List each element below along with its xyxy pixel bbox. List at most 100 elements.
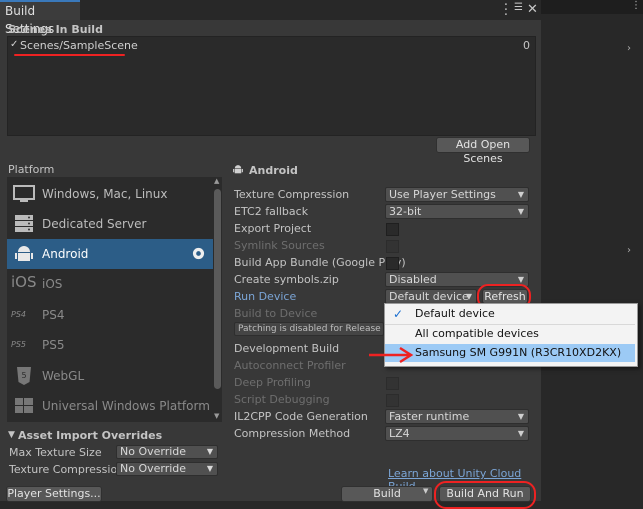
dropdown-arrow-icon: ▼ [517,429,524,438]
chevron-right-icon[interactable]: › [627,43,631,54]
dropdown-value: Disabled [389,273,437,286]
dropdown-value: LZ4 [389,427,410,440]
window-options-icon[interactable]: ☰ [514,2,523,13]
unity-active-platform-icon [192,247,205,260]
dropdown-arrow-icon: ▼ [517,190,524,199]
html5-icon: 5 [17,367,31,385]
close-icon[interactable]: ✕ [527,2,538,17]
platform-item-windows[interactable]: Windows, Mac, Linux [7,179,213,209]
texture-compression-dropdown[interactable]: Use Player Settings ▼ [385,187,529,202]
build-settings-window: Build Settings · · · ☰ ✕ Scenes In Build ✓… [0,0,541,509]
popup-item-samsung-device[interactable]: Samsung SM G991N (R3CR10XD2KX) [385,344,635,362]
platform-label: iOS [42,277,63,291]
scene-index: 0 [523,39,530,52]
checkmark-icon: ✓ [393,307,404,321]
max-texture-dropdown[interactable]: No Override ▼ [116,445,218,459]
monitor-icon [13,185,35,202]
dropdown-arrow-icon: ▼ [206,447,213,456]
popup-item-label: Samsung SM G991N (R3CR10XD2KX) [415,346,622,359]
scene-name[interactable]: Scenes/SampleScene [20,39,138,52]
scroll-up-icon[interactable]: ▲ [214,177,219,185]
scroll-down-icon[interactable]: ▼ [214,412,219,420]
scenes-list[interactable]: ✓ Scenes/SampleScene 0 [7,36,536,136]
editor-topbar [541,0,643,14]
platform-list: Windows, Mac, Linux Dedicated Server And… [7,177,213,422]
platform-item-android[interactable]: Android [7,239,213,269]
run-device-label: Run Device [234,290,297,303]
dropdown-value: No Override [120,462,187,475]
patching-info: Patching is disabled for Release build [234,322,384,336]
texture-compression-label: Texture Compression [234,188,350,201]
autoconnect-profiler-label: Autoconnect Profiler [234,359,346,372]
annotation-circle [434,481,536,509]
platform-label: Dedicated Server [42,217,147,231]
platform-item-uwp[interactable]: Universal Windows Platform [7,391,213,421]
script-debugging-label: Script Debugging [234,393,330,406]
android-icon [233,165,243,174]
title-bar: Build Settings · · · ☰ ✕ [0,0,541,36]
dropdown-value: Faster runtime [389,410,470,423]
deep-profiling-checkbox[interactable] [386,377,399,390]
dropdown-arrow-icon: ▼ [465,292,472,301]
development-build-label: Development Build [234,342,340,355]
popup-item-all-compatible[interactable]: All compatible devices [385,325,635,343]
player-settings-button[interactable]: Player Settings... [6,486,102,502]
add-open-scenes-button[interactable]: Add Open Scenes [436,137,530,165]
platform-label: PS4 [42,308,65,322]
symlink-sources-checkbox[interactable] [386,240,399,253]
ps5-icon: PS5 [11,340,26,349]
android-header: Android [249,164,298,177]
dropdown-arrow-icon: ▼ [517,412,524,421]
dropdown-value: Default device [389,290,469,303]
run-device-dropdown[interactable]: Default device ▼ [385,289,477,304]
annotation-arrow [369,346,414,364]
collapse-triangle-icon[interactable]: ▼ [8,430,15,440]
dropdown-arrow-icon: ▼ [206,464,213,473]
annotation-underline [14,54,125,56]
deep-profiling-label: Deep Profiling [234,376,311,389]
etc2-fallback-dropdown[interactable]: 32-bit ▼ [385,204,529,219]
build-app-bundle-label: Build App Bundle (Google Play) [234,256,406,269]
kebab-menu-icon[interactable]: · · · [503,0,509,22]
scenes-header: Scenes In Build [8,23,103,36]
il2cpp-label: IL2CPP Code Generation [234,410,368,423]
platform-label: Windows, Mac, Linux [42,187,168,201]
dropdown-value: 32-bit [389,205,422,218]
texture-compression-override-dropdown[interactable]: No Override ▼ [116,462,218,476]
chevron-right-icon[interactable]: › [627,245,631,256]
scrollbar-thumb[interactable] [214,189,221,389]
create-symbols-label: Create symbols.zip [234,273,339,286]
android-icon [15,246,33,261]
scene-checkmark-icon[interactable]: ✓ [10,39,18,50]
dropdown-value: Use Player Settings [389,188,496,201]
etc2-fallback-label: ETC2 fallback [234,205,309,218]
export-project-checkbox[interactable] [386,223,399,236]
build-app-bundle-checkbox[interactable] [386,257,399,270]
dropdown-arrow-icon: ▼ [517,207,524,216]
platform-label: Android [42,247,89,261]
platform-item-ps5[interactable]: PS5 PS5 [7,330,213,360]
texture-compression-label: Texture Compression [9,463,125,476]
platform-item-dedicated-server[interactable]: Dedicated Server [7,209,213,239]
script-debugging-checkbox[interactable] [386,394,399,407]
popup-item-default-device[interactable]: ✓ Default device [385,305,635,323]
compression-method-dropdown[interactable]: LZ4 ▼ [385,426,529,441]
il2cpp-dropdown[interactable]: Faster runtime ▼ [385,409,529,424]
asset-import-header[interactable]: Asset Import Overrides [18,429,162,442]
popup-item-label: All compatible devices [415,327,539,340]
max-texture-label: Max Texture Size [9,446,102,459]
run-device-popup: ✓ Default device All compatible devices … [384,303,638,367]
svg-text:5: 5 [21,371,26,380]
server-icon [15,215,33,232]
build-button[interactable]: Build [341,486,433,502]
platform-item-webgl[interactable]: 5 WebGL [7,361,213,391]
compression-method-label: Compression Method [234,427,351,440]
platform-label: PS5 [42,338,65,352]
platform-item-ps4[interactable]: PS4 PS4 [7,300,213,330]
window-tab[interactable]: Build Settings [0,0,80,36]
editor-menu-dots[interactable]: ⋮ [631,0,641,11]
platform-header: Platform [8,163,55,176]
platform-scrollbar[interactable]: ▲ ▼ [213,177,222,422]
platform-item-ios[interactable]: iOS iOS [7,269,213,299]
build-dropdown-arrow-icon[interactable]: ▼ [423,487,431,495]
